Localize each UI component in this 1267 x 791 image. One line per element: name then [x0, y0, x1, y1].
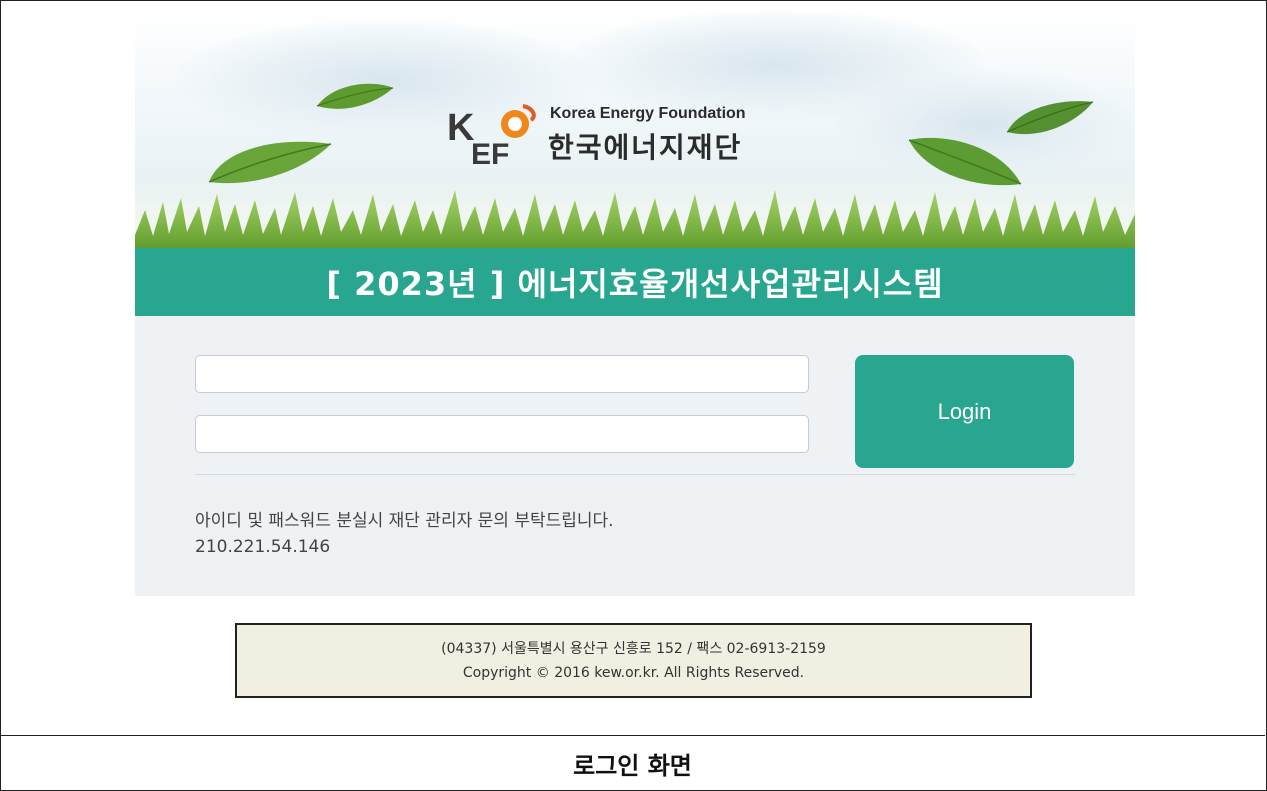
leaf-icon — [1006, 101, 1094, 135]
footer: (04337) 서울특별시 용산구 신흥로 152 / 팩스 02-6913-2… — [235, 623, 1032, 698]
hero-banner: K EF Korea Energy Foundation 한국에너지재단 — [135, 10, 1135, 250]
footer-copyright: Copyright © 2016 kew.or.kr. All Rights R… — [462, 664, 805, 681]
password-input[interactable] — [195, 415, 809, 453]
logo-korean-name: 한국에너지재단 — [548, 131, 743, 164]
page-title: [ 2023년 ] 에너지효율개선사업관리시스템 — [326, 265, 944, 303]
system-title-bar: [ 2023년 ] 에너지효율개선사업관리시스템 — [135, 248, 1135, 316]
svg-text:EF: EF — [471, 138, 509, 170]
user-id-input[interactable] — [195, 355, 809, 393]
kef-logo: K EF Korea Energy Foundation 한국에너지재단 — [445, 100, 825, 170]
leaf-icon — [208, 141, 332, 184]
footer-address: (04337) 서울특별시 용산구 신흥로 152 / 팩스 02-6913-2… — [441, 640, 826, 657]
kef-logo-mark: K EF — [447, 104, 536, 170]
logo-english-name: Korea Energy Foundation — [550, 105, 746, 122]
help-text-block: 아이디 및 패스워드 분실시 재단 관리자 문의 부탁드립니다. 210.221… — [195, 508, 614, 560]
login-button[interactable]: Login — [855, 355, 1074, 468]
grass-decoration — [135, 190, 1135, 250]
screen-caption: 로그인 화면 — [573, 751, 692, 780]
leaf-icon — [316, 83, 394, 109]
ip-address: 210.221.54.146 — [195, 537, 331, 557]
divider — [195, 474, 1075, 475]
help-message: 아이디 및 패스워드 분실시 재단 관리자 문의 부탁드립니다. — [195, 511, 614, 531]
caption-row: 로그인 화면 — [0, 735, 1265, 790]
login-panel: Login 아이디 및 패스워드 분실시 재단 관리자 문의 부탁드립니다. 2… — [135, 316, 1135, 596]
